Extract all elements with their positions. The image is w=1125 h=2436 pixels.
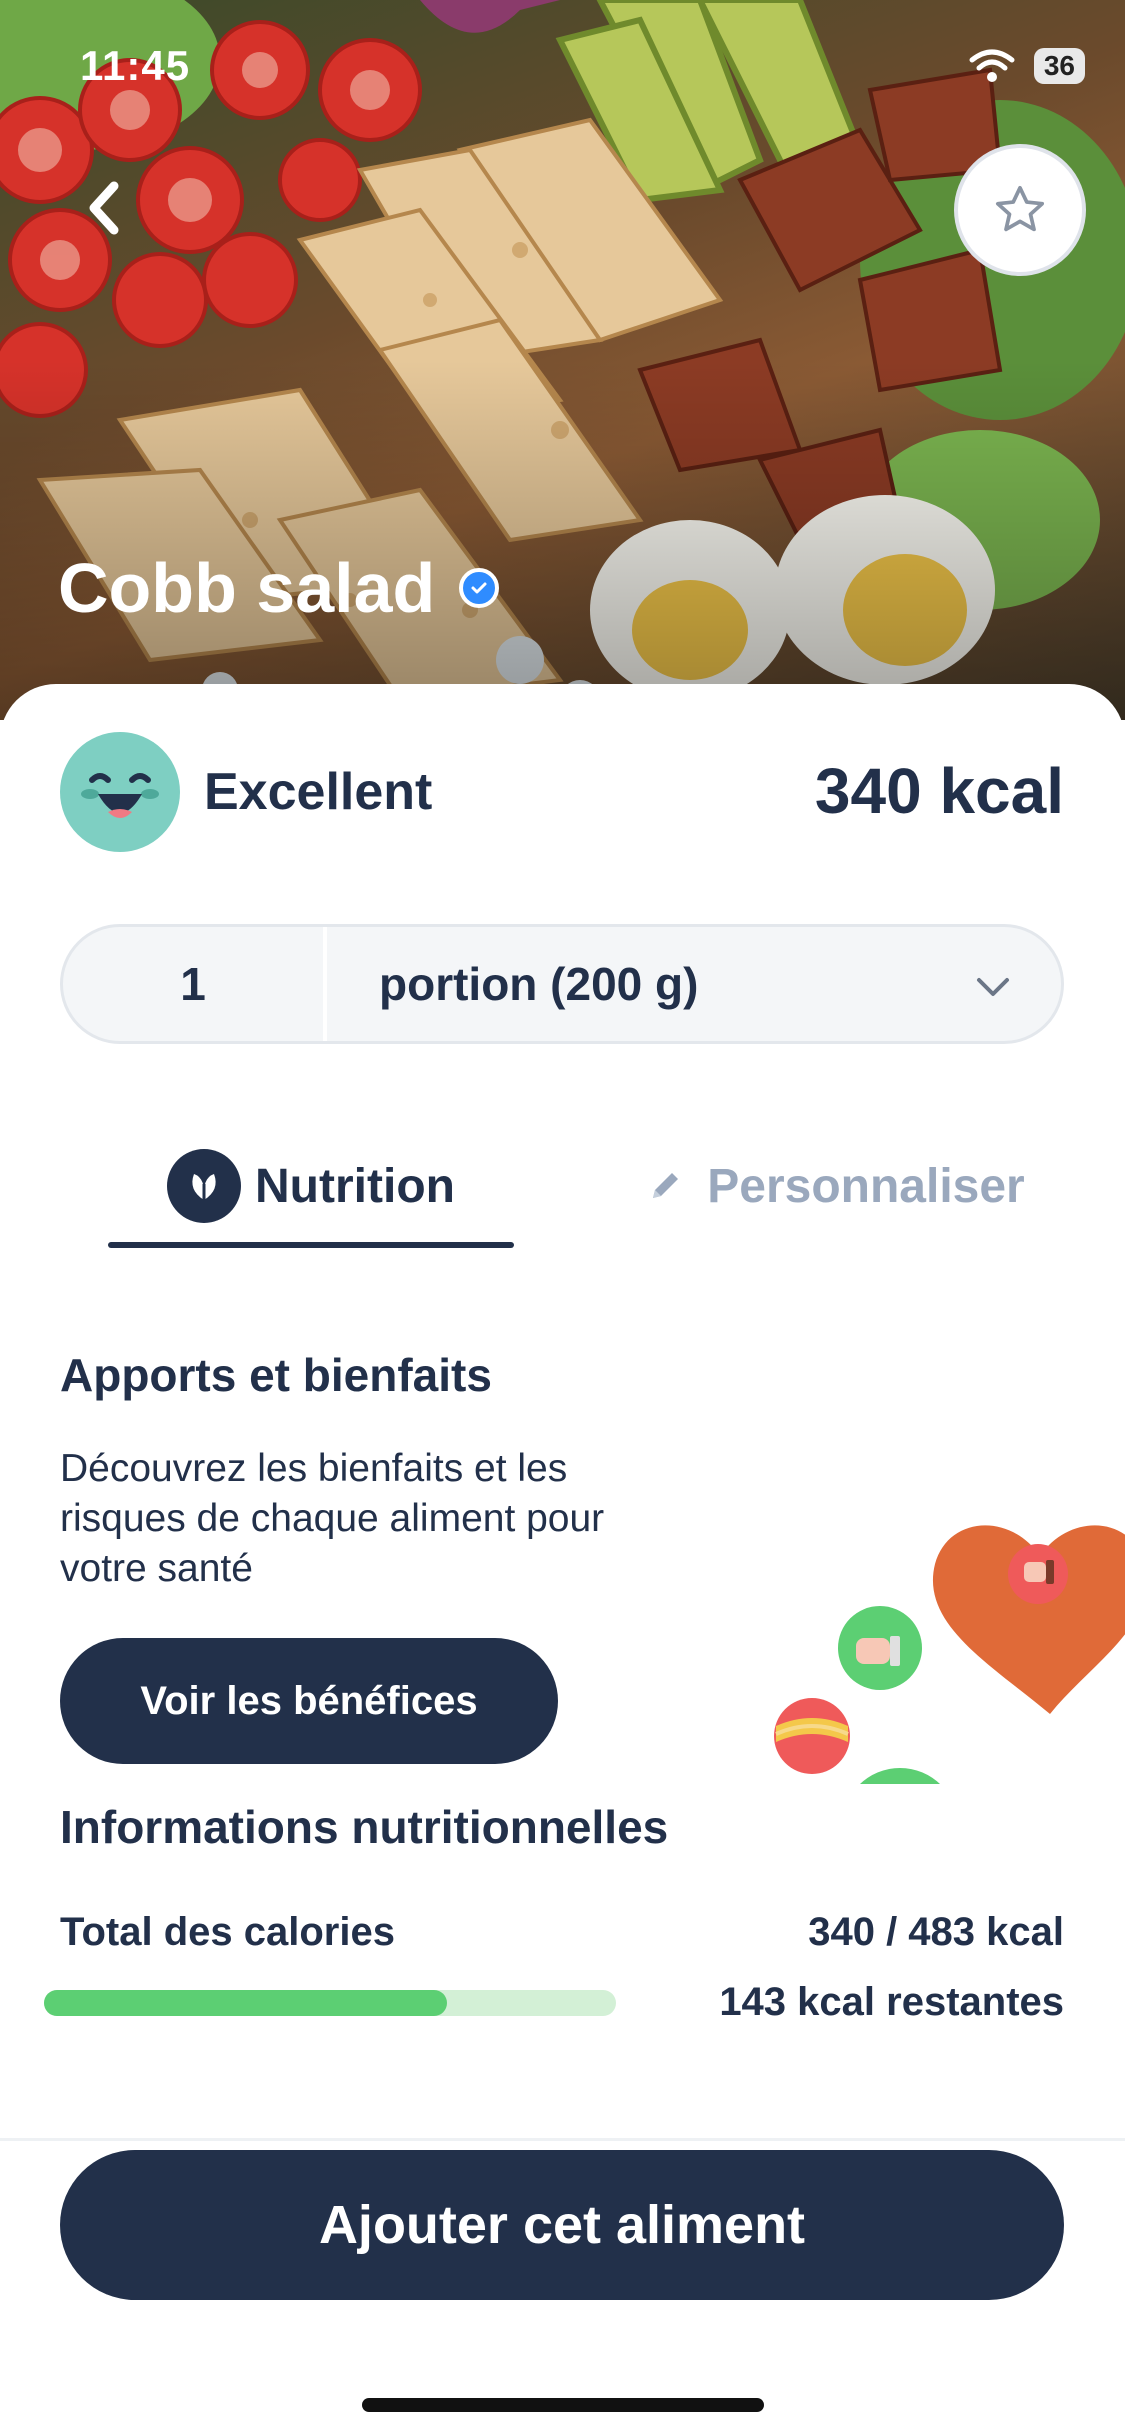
tab-active-underline	[108, 1242, 514, 1248]
happy-face-icon	[60, 732, 180, 852]
score-row: Excellent 340 kcal	[60, 732, 1064, 852]
chevron-down-icon[interactable]	[971, 965, 1015, 1009]
status-bar: 11:45 36	[0, 0, 1125, 140]
calories-progress-fill	[44, 1990, 447, 2016]
chevron-left-icon	[89, 181, 119, 235]
favorite-button[interactable]	[954, 144, 1086, 276]
add-food-button[interactable]: Ajouter cet aliment	[60, 2150, 1064, 2300]
leaf-icon	[167, 1149, 242, 1223]
verified-check-icon	[459, 568, 500, 608]
back-button[interactable]	[76, 178, 136, 238]
score-label: Excellent	[204, 763, 433, 821]
food-title-row: Cobb salad	[58, 548, 500, 628]
status-time: 11:45	[80, 42, 191, 89]
home-indicator	[362, 2398, 764, 2412]
tab-personnaliser-label: Personnaliser	[707, 1159, 1025, 1213]
battery-indicator: 36	[1033, 48, 1085, 84]
portion-selector[interactable]: 1 portion (200 g)	[60, 924, 1064, 1044]
tab-personnaliser[interactable]: Personnaliser	[600, 1124, 1070, 1248]
star-icon	[995, 185, 1045, 232]
benefits-title: Apports et bienfaits	[60, 1349, 492, 1401]
nutrition-info-title: Informations nutritionnelles	[60, 1801, 669, 1853]
footer-divider	[0, 2138, 1125, 2141]
tab-nutrition[interactable]: Nutrition	[108, 1124, 514, 1248]
calories-progress-bar	[44, 1990, 616, 2016]
hero-gradient	[0, 360, 1125, 720]
portion-unit-select[interactable]: portion (200 g)	[379, 957, 698, 1011]
thumbs-up-icon	[838, 1606, 922, 1690]
status-icons: 36	[968, 48, 1085, 84]
calories-remaining: 143 kcal restantes	[719, 1980, 1064, 2024]
page-title: Cobb salad	[58, 549, 436, 627]
thumbs-down-icon	[1008, 1544, 1068, 1604]
food-detail-sheet: Excellent 340 kcal 1 portion (200 g) Nut…	[0, 684, 1125, 2436]
benefits-illustration	[774, 1525, 1125, 1784]
portion-quantity-input[interactable]: 1	[63, 927, 327, 1041]
kcal-total: 340 kcal	[814, 755, 1064, 827]
total-calories-label: Total des calories	[60, 1910, 395, 1954]
wifi-icon	[969, 49, 1015, 82]
total-calories-value: 340 / 483 kcal	[808, 1910, 1064, 1954]
benefits-description: Découvrez les bienfaits et les risques d…	[60, 1447, 605, 1590]
tab-nutrition-label: Nutrition	[255, 1159, 455, 1213]
artery-icon	[774, 1698, 850, 1774]
pencil-icon	[653, 1173, 679, 1198]
see-benefits-button[interactable]: Voir les bénéfices	[60, 1638, 558, 1764]
bone-icon	[860, 1768, 940, 1784]
